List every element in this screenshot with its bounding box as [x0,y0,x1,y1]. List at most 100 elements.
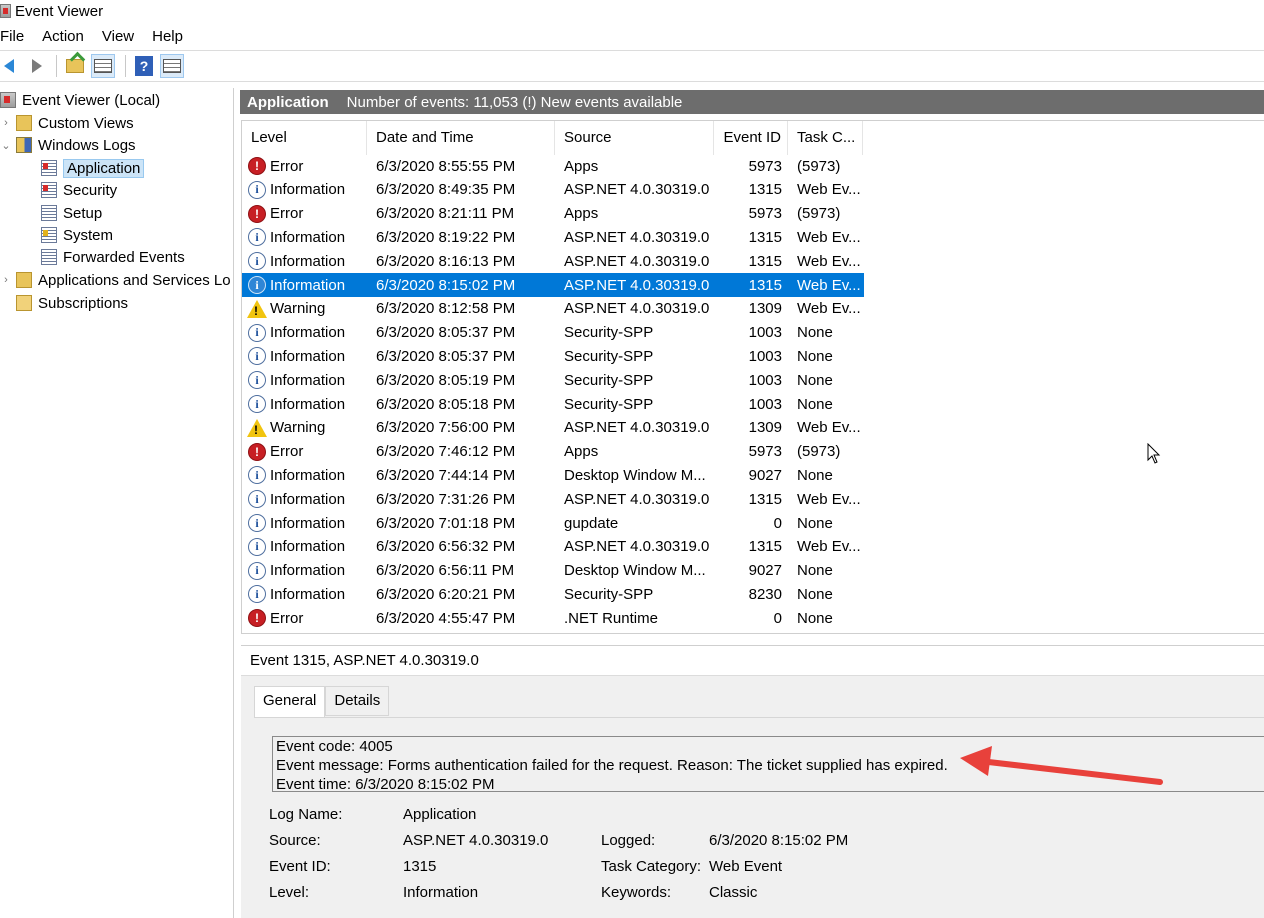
menu-bar: File Action View Help [0,24,201,48]
menu-help[interactable]: Help [152,28,193,45]
back-button[interactable] [0,54,18,78]
log-name-label: Log Name: [269,806,343,823]
warning-icon: ! [247,299,267,318]
tree-item-custom-views[interactable]: › Custom Views [0,112,133,134]
tree-item-applications-and-services[interactable]: › Applications and Services Lo [0,269,230,291]
level-cell: i Information [242,561,367,580]
table-row[interactable]: ! Error 6/3/2020 8:21:11 PM Apps 5973 (5973) [242,202,864,226]
table-row[interactable]: ! Error 6/3/2020 4:55:47 PM .NET Runtime 0 No… [242,606,864,630]
information-icon: i [248,371,266,390]
table-row[interactable]: i Information 6/3/2020 7:44:14 PM Desktop W… [242,463,864,487]
help-icon: ? [135,56,153,76]
event-id-cell: 1003 [748,395,782,413]
table-row[interactable]: i Information 6/3/2020 8:49:35 PM ASP.NET 4… [242,178,864,202]
table-row[interactable]: i Information 6/3/2020 7:01:18 PM gupdate 0 N… [242,511,864,535]
date-cell: 6/3/2020 7:46:12 PM [376,443,516,461]
level-cell: i Information [242,180,367,199]
error-icon: ! [248,157,266,175]
tab-details[interactable]: Details [325,686,390,716]
log-icon [41,205,57,221]
table-row[interactable]: i Information 6/3/2020 8:15:02 PM ASP.NET 4… [242,273,864,297]
forward-button[interactable] [22,54,46,78]
table-row[interactable]: i Information 6/3/2020 8:19:22 PM ASP.NET 4… [242,225,864,249]
task-category-cell: None [797,371,833,389]
show-hide-action-pane-button[interactable] [160,54,184,78]
level-text: Error [270,443,304,461]
column-header-source[interactable]: Source [555,121,714,155]
tree-item-application[interactable]: Application [41,157,145,179]
source-cell: ASP.NET 4.0.30319.0 [564,490,710,508]
event-id-cell: 1315 [748,228,782,246]
event-id-label: Event ID: [269,858,331,875]
back-arrow-icon [4,59,14,73]
mouse-cursor-icon [1147,443,1161,464]
logged-value: 6/3/2020 8:15:02 PM [709,832,849,849]
tree-item-system[interactable]: System [41,224,113,246]
date-cell: 6/3/2020 8:05:18 PM [376,395,516,413]
date-cell: 6/3/2020 8:55:55 PM [376,157,516,175]
level-cell: i Information [242,276,367,294]
forward-arrow-icon [32,59,42,73]
date-cell: 6/3/2020 6:56:11 PM [376,562,515,580]
task-category-label: Task Category: [601,858,702,875]
column-header-task-category[interactable]: Task C... [788,121,863,155]
level-cell: i Information [242,537,367,556]
task-category-cell: None [797,585,833,603]
folder-up-icon [66,59,84,73]
column-header-event-id[interactable]: Event ID [714,121,788,155]
level-cell: i Information [242,585,367,604]
table-row[interactable]: i Information 6/3/2020 6:56:32 PM ASP.NET 4… [242,535,864,559]
tree-item-setup[interactable]: Setup [41,202,102,224]
table-row[interactable]: i Information 6/3/2020 8:16:13 PM ASP.NET 4… [242,249,864,273]
tab-general[interactable]: General [254,686,326,718]
source-label: Source: [269,832,321,849]
tree-item-event-viewer-local[interactable]: Event Viewer (Local) [0,89,160,111]
toolbar: ? [0,50,1264,82]
table-row[interactable]: i Information 6/3/2020 8:05:18 PM Security-… [242,392,864,416]
expand-chevron-icon[interactable]: › [0,117,12,129]
menu-action[interactable]: Action [42,28,94,45]
show-hide-tree-button[interactable] [91,54,115,78]
source-cell: Apps [564,157,599,175]
task-category-cell: None [797,562,833,580]
table-row[interactable]: ! Warning 6/3/2020 8:12:58 PM ASP.NET 4.0.3… [242,297,864,321]
action-pane-icon [163,59,181,73]
event-id-cell: 1003 [748,324,782,342]
tree-item-subscriptions[interactable]: Subscriptions [16,292,128,314]
information-icon: i [248,395,266,413]
menu-file[interactable]: File [0,28,34,45]
menu-view[interactable]: View [102,28,144,45]
collapse-chevron-icon[interactable]: ⌄ [0,139,12,152]
table-row[interactable]: ! Error 6/3/2020 8:55:55 PM Apps 5973 (5973) [242,154,864,178]
task-category-cell: Web Ev... [797,300,861,318]
help-button[interactable]: ? [132,54,156,78]
information-icon: i [248,490,266,509]
events-table: Level Date and Time Source Event ID Task… [241,120,1264,634]
level-cell: ! Warning [242,299,367,318]
task-category-cell: None [797,609,833,627]
tree-item-windows-logs[interactable]: ⌄ Windows Logs [0,134,135,156]
expand-chevron-icon[interactable]: › [0,274,12,286]
information-icon: i [248,347,266,366]
date-cell: 6/3/2020 8:49:35 PM [376,181,516,199]
event-id-cell: 0 [773,609,782,627]
up-folder-button[interactable] [63,54,87,78]
table-row[interactable]: i Information 6/3/2020 6:56:11 PM Desktop W… [242,559,864,583]
column-header-date-time[interactable]: Date and Time [367,121,555,155]
table-row[interactable]: i Information 6/3/2020 6:20:21 PM Security-… [242,582,864,606]
table-row[interactable]: i Information 6/3/2020 8:05:37 PM Security-… [242,321,864,345]
column-header-level[interactable]: Level [242,121,367,155]
table-row[interactable]: i Information 6/3/2020 8:05:37 PM Security-… [242,344,864,368]
table-row[interactable]: i Information 6/3/2020 8:05:19 PM Security-… [242,368,864,392]
table-row[interactable]: ! Warning 6/3/2020 7:56:00 PM ASP.NET 4.0.3… [242,416,864,440]
table-row[interactable]: i Information 6/3/2020 7:31:26 PM ASP.NET 4… [242,487,864,511]
source-cell: Security-SPP [564,324,654,342]
level-cell: ! Error [242,157,367,175]
tree-item-forwarded-events[interactable]: Forwarded Events [41,246,185,268]
date-cell: 6/3/2020 8:21:11 PM [376,205,515,223]
event-id-cell: 5973 [748,205,782,223]
level-text: Information [270,181,346,199]
event-id-cell: 8230 [748,585,782,603]
tree-item-security[interactable]: Security [41,179,117,201]
table-row[interactable]: ! Error 6/3/2020 7:46:12 PM Apps 5973 (5973) [242,440,864,464]
